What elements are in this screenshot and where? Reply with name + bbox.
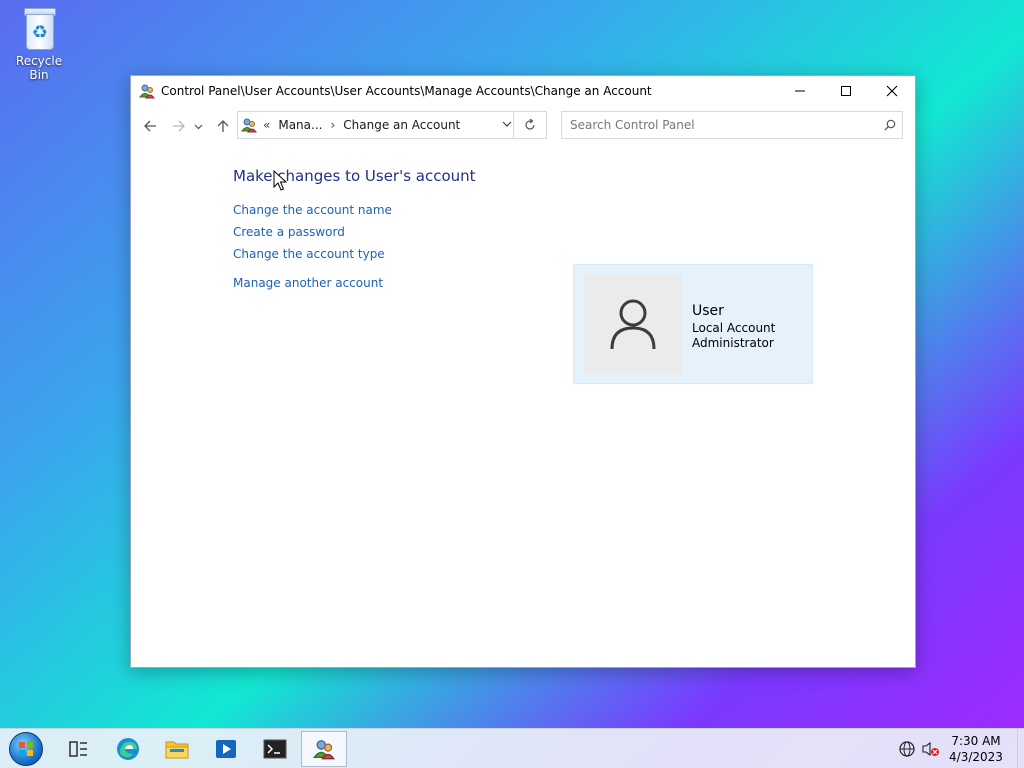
user-accounts-taskbar-button[interactable] xyxy=(301,731,347,767)
recycle-bin-icon: ♻ xyxy=(22,8,56,50)
user-avatar-icon xyxy=(610,299,656,350)
chevron-down-icon xyxy=(194,124,202,129)
close-icon xyxy=(886,85,898,97)
search-icon[interactable] xyxy=(878,119,902,131)
window-title: Control Panel\User Accounts\User Account… xyxy=(161,84,652,98)
network-button[interactable] xyxy=(896,741,918,757)
back-arrow-icon xyxy=(144,120,156,132)
system-tray: 7:30 AM 4/3/2023 xyxy=(896,729,1024,768)
address-dropdown-button[interactable] xyxy=(502,118,512,132)
clock-date: 4/3/2023 xyxy=(949,750,1003,764)
clock[interactable]: 7:30 AM 4/3/2023 xyxy=(944,733,1008,765)
back-button[interactable] xyxy=(137,113,163,139)
windows-logo-icon xyxy=(9,732,43,766)
user-accounts-icon xyxy=(139,84,155,99)
up-arrow-icon xyxy=(217,120,229,132)
media-player-icon xyxy=(216,740,236,758)
search-input[interactable] xyxy=(568,112,878,138)
address-bar[interactable]: « Mana... › Change an Account xyxy=(237,111,547,139)
forward-arrow-icon xyxy=(173,120,185,132)
forward-button[interactable] xyxy=(166,113,192,139)
minimize-button[interactable] xyxy=(777,76,823,106)
account-card: User Local Account Administrator xyxy=(573,264,813,384)
chevron-down-icon xyxy=(502,121,512,127)
content-area: Make changes to User's account Change th… xyxy=(131,146,915,667)
mouse-cursor-icon xyxy=(273,170,287,191)
volume-button[interactable] xyxy=(920,741,942,757)
address-segment-current[interactable]: Change an Account xyxy=(343,118,460,132)
up-button[interactable] xyxy=(210,113,236,139)
terminal-icon xyxy=(263,739,287,759)
clock-time: 7:30 AM xyxy=(951,734,1001,748)
navigation-bar: « Mana... › Change an Account xyxy=(131,106,915,146)
user-accounts-icon xyxy=(241,118,257,133)
taskbar: 7:30 AM 4/3/2023 xyxy=(0,728,1024,768)
address-segment-manage[interactable]: Mana... xyxy=(278,118,322,132)
task-view-icon xyxy=(69,741,87,757)
change-account-name-link[interactable]: Change the account name xyxy=(233,203,392,217)
globe-icon xyxy=(899,741,915,757)
file-explorer-icon xyxy=(165,741,189,759)
manage-another-account-link[interactable]: Manage another account xyxy=(233,276,383,290)
maximize-icon xyxy=(841,86,851,96)
control-panel-window: Control Panel\User Accounts\User Account… xyxy=(130,75,916,668)
page-heading: Make changes to User's account xyxy=(233,167,476,185)
file-explorer-button[interactable] xyxy=(154,731,200,767)
account-role: Administrator xyxy=(692,336,774,350)
address-overflow[interactable]: « xyxy=(263,118,270,132)
start-button[interactable] xyxy=(6,731,46,767)
create-password-link[interactable]: Create a password xyxy=(233,225,345,239)
show-desktop-button[interactable] xyxy=(1017,729,1024,768)
refresh-button[interactable] xyxy=(513,112,546,138)
minimize-icon xyxy=(795,90,805,92)
account-type: Local Account xyxy=(692,321,776,335)
recycle-bin-label: Recycle Bin xyxy=(15,54,63,82)
edge-icon xyxy=(117,738,139,760)
title-bar[interactable]: Control Panel\User Accounts\User Account… xyxy=(131,76,915,106)
maximize-button[interactable] xyxy=(823,76,869,106)
recent-locations-button[interactable] xyxy=(190,113,206,139)
desktop-icon-recycle-bin[interactable]: ♻ Recycle Bin xyxy=(6,8,72,82)
search-box[interactable] xyxy=(561,111,903,139)
volume-muted-icon xyxy=(922,741,939,757)
media-player-button[interactable] xyxy=(203,731,249,767)
address-separator[interactable]: › xyxy=(330,118,335,132)
refresh-icon xyxy=(525,119,535,130)
account-name: User xyxy=(692,303,724,319)
edge-button[interactable] xyxy=(105,731,151,767)
avatar xyxy=(584,275,682,373)
terminal-button[interactable] xyxy=(252,731,298,767)
change-account-type-link[interactable]: Change the account type xyxy=(233,247,385,261)
user-accounts-icon xyxy=(313,740,335,760)
task-view-button[interactable] xyxy=(55,731,101,767)
close-button[interactable] xyxy=(869,76,915,106)
